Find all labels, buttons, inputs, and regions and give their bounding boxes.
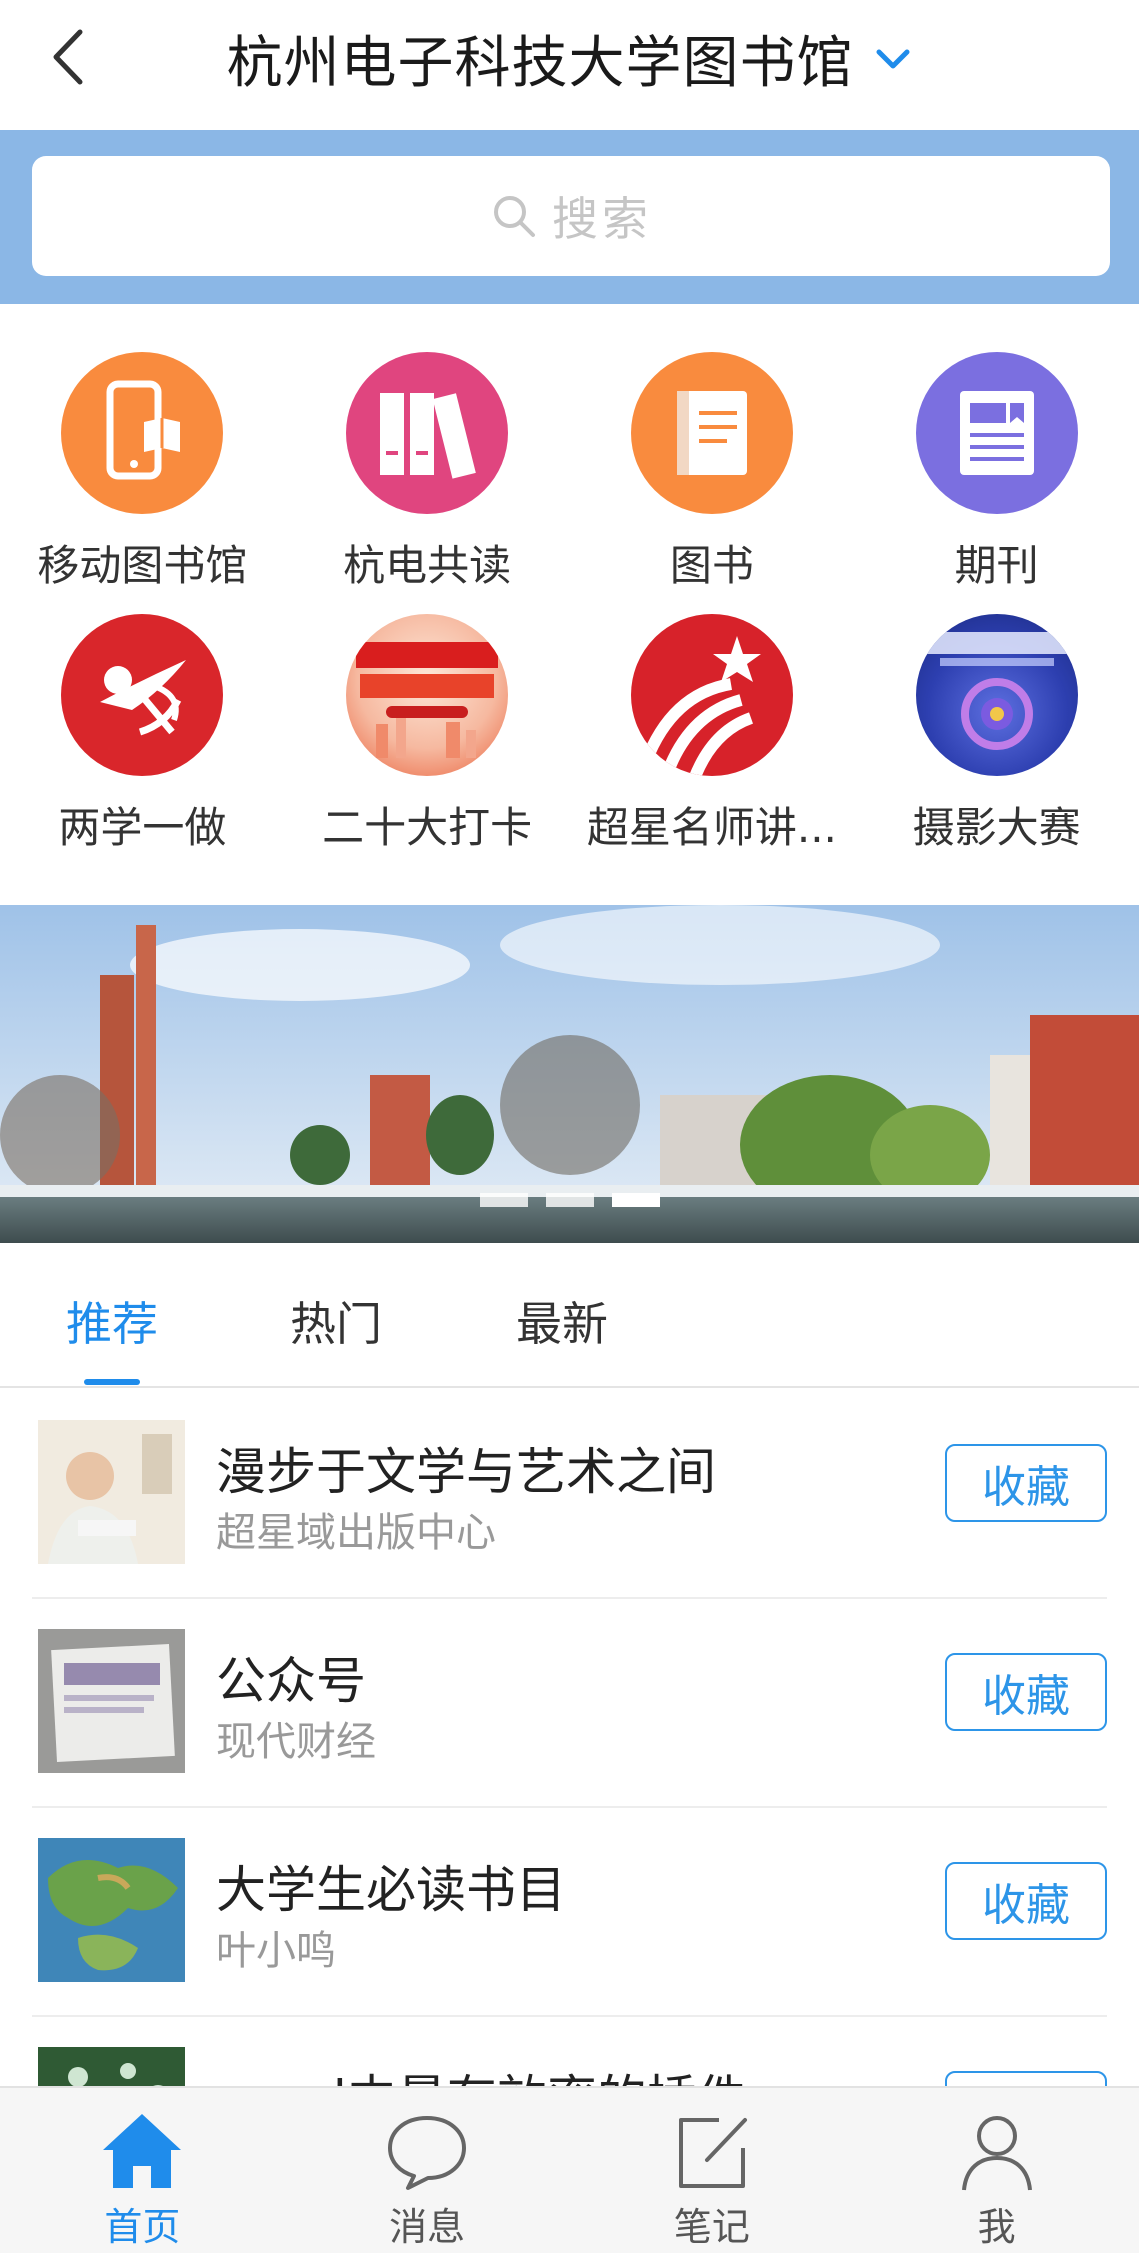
photo-contest-poster	[915, 614, 1078, 776]
tab-latest[interactable]: 最新	[516, 1288, 608, 1354]
grid-item-journals[interactable]: 期刊	[854, 352, 1139, 614]
active-tab-indicator	[84, 1379, 140, 1385]
message-icon	[388, 2116, 467, 2190]
item-subtitle: 现代财经	[216, 1719, 376, 1765]
grid-item-hdu-reading[interactable]: 杭电共读	[285, 352, 570, 614]
search-band: 搜索	[0, 130, 1139, 304]
books-icon	[346, 352, 509, 514]
profile-icon	[961, 2116, 1032, 2191]
nav-label: 笔记	[673, 2205, 750, 2249]
search-input[interactable]: 搜索	[32, 156, 1110, 276]
list-item[interactable]: 公众号 现代财经 收藏	[32, 1599, 1107, 1808]
search-icon	[494, 196, 535, 237]
grid-item-mobile-library[interactable]: 移动图书馆	[0, 352, 285, 614]
list-item[interactable]: 大学生必读书目 叶小鸣 收藏	[32, 1808, 1107, 2017]
nav-label: 我	[977, 2205, 1016, 2249]
content-tabs: 推荐 热门 最新	[0, 1243, 1139, 1388]
home-icon	[103, 2114, 182, 2188]
item-thumbnail	[38, 1838, 185, 1982]
item-title: 大学生必读书目	[216, 1861, 566, 1919]
grid-label: 期刊	[954, 541, 1039, 590]
item-subtitle: 叶小鸣	[216, 1928, 336, 1974]
chevron-down-icon	[876, 49, 910, 68]
nav-notes[interactable]: 笔记	[570, 2088, 855, 2253]
chaoxing-logo-icon	[630, 614, 793, 776]
grid-label: 超星名师讲...	[586, 803, 837, 852]
favorite-button[interactable]: 收藏	[945, 1653, 1107, 1731]
nav-profile[interactable]: 我	[854, 2088, 1139, 2253]
nav-messages[interactable]: 消息	[285, 2088, 570, 2253]
note-icon	[678, 2118, 747, 2188]
grid-item-chaoxing-lectures[interactable]: 超星名师讲...	[570, 614, 855, 876]
nav-label: 首页	[104, 2205, 181, 2249]
grid-label: 二十大打卡	[322, 803, 533, 852]
banner-pagination[interactable]	[0, 1193, 1139, 1207]
grid-label: 摄影大赛	[912, 803, 1081, 852]
nav-label: 消息	[389, 2205, 466, 2249]
item-subtitle: 超星域出版中心	[216, 1510, 496, 1556]
twentieth-congress-poster	[346, 614, 509, 776]
page-title: 杭州电子科技大学图书馆	[226, 31, 854, 96]
pagination-dot[interactable]	[479, 1193, 528, 1207]
book-icon	[630, 352, 793, 514]
pagination-dot-active[interactable]	[611, 1193, 660, 1207]
item-thumbnail	[38, 1420, 185, 1564]
phone-book-icon	[61, 352, 224, 514]
tab-recommended[interactable]: 推荐	[66, 1288, 158, 1354]
party-emblem-icon	[61, 614, 224, 776]
grid-item-two-studies[interactable]: 两学一做	[0, 614, 285, 876]
app-header: 杭州电子科技大学图书馆	[0, 0, 1139, 130]
grid-label: 移动图书馆	[37, 541, 248, 590]
item-title: 公众号	[216, 1652, 366, 1710]
item-thumbnail	[38, 1629, 185, 1773]
bottom-nav: 首页 消息 笔记 我	[0, 2086, 1139, 2253]
item-title: 漫步于文学与艺术之间	[216, 1443, 716, 1501]
search-placeholder: 搜索	[552, 192, 652, 246]
favorite-button[interactable]: 收藏	[945, 1862, 1107, 1940]
grid-item-books[interactable]: 图书	[570, 352, 855, 614]
tab-popular[interactable]: 热门	[290, 1288, 382, 1354]
grid-item-photo-contest[interactable]: 摄影大赛	[854, 614, 1139, 876]
title-dropdown[interactable]: 杭州电子科技大学图书馆	[0, 18, 1139, 99]
grid-label: 图书	[669, 541, 754, 590]
grid-label: 两学一做	[58, 803, 227, 852]
favorite-button[interactable]: 收藏	[945, 1444, 1107, 1522]
grid-label: 杭电共读	[343, 541, 512, 590]
grid-item-twentieth-congress[interactable]: 二十大打卡	[285, 614, 570, 876]
list-item[interactable]: 漫步于文学与艺术之间 超星域出版中心 收藏	[32, 1390, 1107, 1599]
nav-home[interactable]: 首页	[0, 2088, 285, 2253]
pagination-dot[interactable]	[545, 1193, 594, 1207]
feature-grid: 移动图书馆 杭电共读 图书 期刊 两学一做 二十大打卡 超星名师讲... 摄影大…	[0, 352, 1139, 876]
journal-icon	[915, 352, 1078, 514]
